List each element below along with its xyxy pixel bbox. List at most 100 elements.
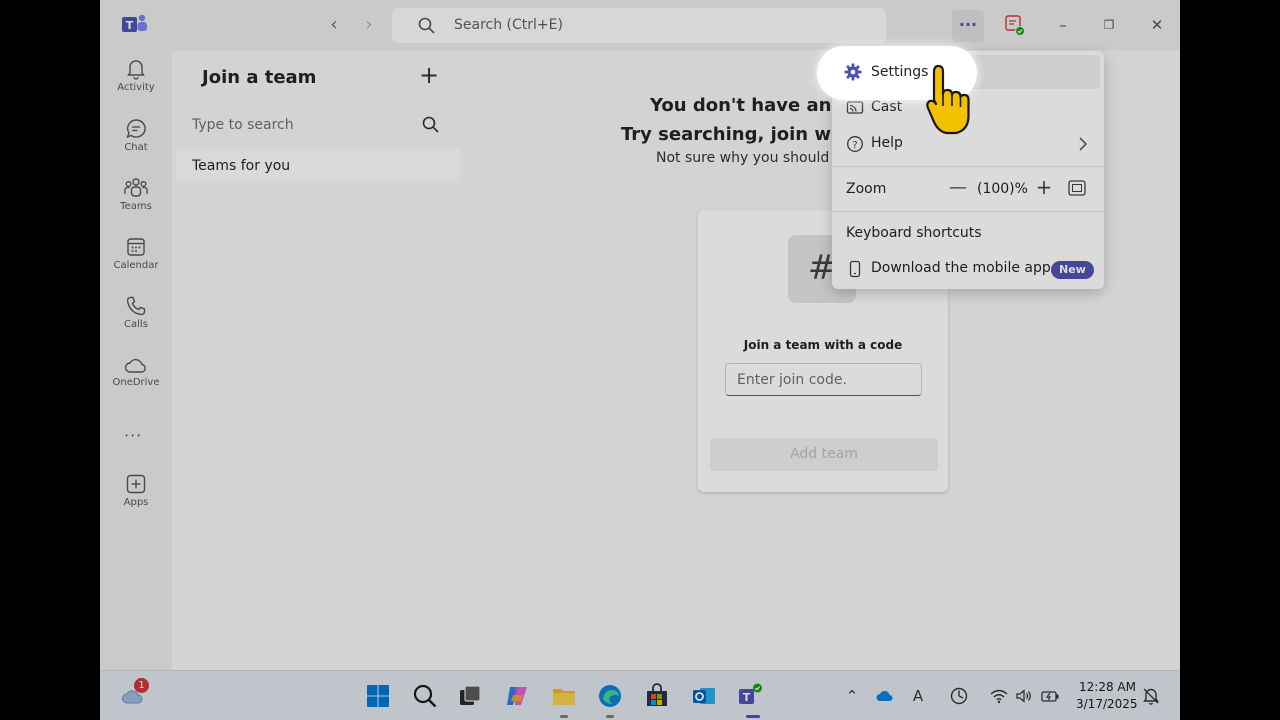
global-search-input[interactable]: Search (Ctrl+E) (392, 8, 886, 43)
cast-label: Cast (871, 99, 903, 115)
rail-item-calendar[interactable]: Calendar (108, 236, 164, 288)
back-arrow-icon[interactable]: ‹ (324, 14, 344, 36)
keyboard-shortcuts-label: Keyboard shortcuts (846, 225, 982, 241)
rail-item-teams[interactable]: Teams (108, 177, 164, 229)
svg-text:T: T (743, 691, 751, 704)
weather-notification-badge: 1 (134, 678, 149, 693)
fullscreen-icon[interactable] (1068, 180, 1086, 196)
chat-icon (126, 119, 146, 139)
team-search-input[interactable]: Type to search (176, 109, 458, 141)
teams-for-you-label: Teams for you (192, 158, 291, 174)
windows-taskbar: 1 T ⌃ A 12:28 AM 3/17/2025 (100, 670, 1180, 720)
rail-more-icon[interactable]: ··· (124, 426, 142, 445)
people-icon (124, 178, 148, 197)
minimize-icon[interactable]: – (1052, 14, 1074, 36)
rail-label: Calls (124, 319, 148, 330)
gear-icon (844, 63, 862, 81)
rail-label: Chat (124, 142, 148, 153)
create-team-plus-icon[interactable]: + (418, 63, 440, 87)
clock-time: 12:28 AM (1079, 680, 1136, 694)
rail-item-calls[interactable]: Calls (108, 295, 164, 347)
join-code-input[interactable]: Enter join code. (725, 363, 922, 396)
copilot-icon[interactable] (504, 683, 530, 709)
cast-icon (846, 101, 864, 114)
microsoft-store-icon[interactable] (644, 683, 670, 709)
outlook-icon[interactable] (691, 683, 717, 709)
join-code-placeholder: Enter join code. (737, 372, 847, 388)
empty-state-title-line2: Try searching, join with (621, 124, 859, 145)
system-clock[interactable]: 12:28 AM 3/17/2025 (1076, 679, 1138, 713)
restore-icon[interactable]: ❐ (1098, 14, 1120, 36)
teams-taskbar-icon[interactable]: T (737, 683, 763, 709)
rail-label: Activity (117, 82, 155, 93)
menu-divider (832, 211, 1104, 212)
rail-item-apps[interactable]: Apps (108, 473, 164, 525)
empty-state-subtitle: Not sure why you should c (656, 150, 842, 166)
rail-item-activity[interactable]: Activity (108, 58, 164, 110)
rail-item-onedrive[interactable]: OneDrive (108, 355, 164, 407)
team-search-placeholder: Type to search (192, 117, 294, 133)
menu-divider (832, 166, 1104, 167)
active-indicator (746, 715, 760, 718)
cloud-icon (124, 358, 146, 373)
zoom-controls: Zoom — (100)% + (836, 172, 1100, 206)
battery-icon[interactable] (1040, 686, 1060, 706)
pointer-hand-icon (926, 64, 970, 135)
onedrive-tray-icon[interactable] (875, 686, 895, 706)
zoom-out-button[interactable]: — (948, 177, 968, 199)
font-tray-icon[interactable]: A (908, 686, 928, 706)
file-explorer-icon[interactable] (551, 683, 577, 709)
edge-browser-icon[interactable] (597, 683, 623, 709)
zoom-in-button[interactable]: + (1034, 176, 1054, 198)
search-icon (422, 116, 439, 133)
calendar-icon (127, 238, 145, 256)
windows-start-icon[interactable] (365, 683, 391, 709)
new-badge: New (1051, 261, 1094, 279)
forward-arrow-icon[interactable]: › (359, 14, 379, 36)
add-team-button[interactable]: Add team (710, 438, 938, 471)
rail-label: Calendar (113, 260, 159, 271)
rail-label: Apps (123, 497, 149, 508)
zoom-label: Zoom (846, 181, 887, 197)
settings-label: Settings (871, 64, 929, 80)
running-indicator (560, 715, 568, 718)
teams-logo-icon: T (122, 14, 147, 32)
download-app-label: Download the mobile app (871, 260, 1051, 276)
search-icon (418, 17, 435, 34)
screen: T ‹ › Search (Ctrl+E) ··· – ❐ ✕ Activity… (100, 0, 1180, 720)
wifi-icon[interactable] (989, 686, 1009, 706)
power-mode-icon[interactable] (949, 686, 969, 706)
close-icon[interactable]: ✕ (1146, 14, 1168, 36)
join-team-panel: Join a team + Type to search Teams for y… (172, 50, 464, 670)
search-placeholder: Search (Ctrl+E) (454, 17, 563, 33)
volume-icon[interactable] (1014, 686, 1034, 706)
bell-icon (127, 60, 145, 80)
add-apps-icon (126, 474, 146, 494)
task-view-icon[interactable] (457, 683, 483, 709)
join-code-title: Join a team with a code (743, 338, 903, 352)
profile-avatar-icon[interactable] (1004, 14, 1026, 36)
taskbar-search-icon[interactable] (412, 683, 438, 709)
menu-item-keyboard-shortcuts[interactable]: Keyboard shortcuts (836, 217, 1100, 251)
help-icon: ? (847, 136, 863, 152)
rail-item-chat[interactable]: Chat (108, 118, 164, 170)
phone-icon (126, 296, 146, 316)
show-hidden-icons-icon[interactable]: ⌃ (842, 686, 862, 706)
rail-label: Teams (120, 201, 152, 212)
more-options-button[interactable]: ··· (952, 10, 984, 42)
rail-label: OneDrive (112, 377, 160, 388)
help-label: Help (871, 135, 903, 151)
menu-item-download-app[interactable]: Download the mobile app New (836, 252, 1100, 286)
panel-title: Join a team (202, 67, 317, 88)
zoom-value: (100)% (977, 181, 1028, 197)
empty-state-title: You don't have any t (650, 95, 859, 116)
notification-bell-icon[interactable] (1141, 686, 1161, 706)
chevron-right-icon (1079, 137, 1087, 151)
mobile-phone-icon (849, 260, 861, 278)
svg-text:?: ? (852, 140, 857, 151)
running-indicator (606, 715, 614, 718)
teams-for-you-item[interactable]: Teams for you (176, 149, 460, 183)
title-bar: T ‹ › Search (Ctrl+E) ··· – ❐ ✕ (100, 0, 1180, 50)
svg-text:T: T (126, 19, 134, 32)
clock-date: 3/17/2025 (1076, 697, 1138, 711)
